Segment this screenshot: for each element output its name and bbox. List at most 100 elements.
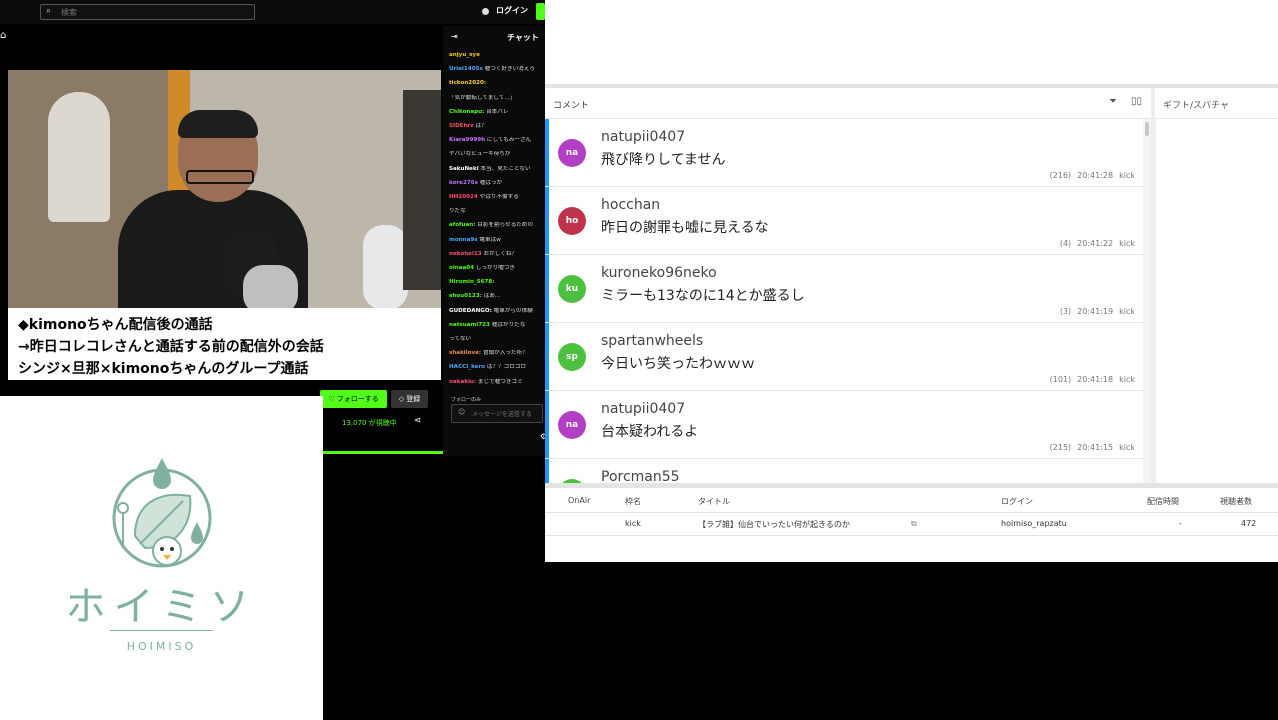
col-onair[interactable]: OnAir: [568, 496, 590, 505]
search-box[interactable]: ⌕: [40, 4, 255, 20]
avatar: sp: [558, 343, 586, 371]
login-button[interactable]: ログイン: [496, 5, 528, 16]
chat-message: GUDEDANGO: 電車からの体験: [449, 308, 545, 315]
stream-table-header: OnAir 枠名 タイトル ログイン 配信時間 視聴者数: [545, 490, 1278, 513]
comment-scrollbar[interactable]: [1143, 119, 1151, 483]
chat-text: にしてもみーさん: [486, 137, 532, 144]
scrollbar-thumb[interactable]: [1145, 122, 1149, 136]
chat-message: ヤバいなビューキ待ちが: [449, 151, 545, 158]
chat-text: まじで嘘つきゴミ: [477, 378, 523, 385]
chat-username[interactable]: nakakiu:: [449, 379, 476, 385]
caption-box: ◆kimonoちゃん配信後の通話 →昨日コレコレさんと通話する前の配信外の会話 …: [8, 308, 441, 380]
comment-username[interactable]: hocchan: [601, 197, 660, 213]
chat-text: 嘘ばかりだな: [491, 321, 526, 328]
chat-follow-note: フォローのみ: [451, 397, 482, 403]
chat-username[interactable]: nekohel13: [449, 251, 482, 257]
chat-username[interactable]: Uriel1405s: [449, 66, 483, 72]
comment-time: 20:41:18: [1077, 375, 1114, 384]
chat-message: anjyu_sye: [449, 52, 545, 59]
comment-row[interactable]: na natupii0407 飛び降りしてません (216) 20:41:28 kick: [545, 119, 1143, 187]
comment-meta: (3) 20:41:19 kick: [1054, 307, 1135, 316]
chat-message: olnaa04 しっかり嘘つき: [449, 265, 545, 272]
comment-username[interactable]: natupii0407: [601, 401, 685, 417]
avatar: na: [558, 139, 586, 167]
collapse-icon[interactable]: ⇥: [451, 32, 458, 41]
col-login[interactable]: ログイン: [1001, 496, 1033, 507]
chat-text: 嘘つく好きい消えろ: [484, 66, 535, 73]
comment-text: 台本疑われるよ: [601, 424, 699, 440]
comment-count: (4): [1059, 239, 1072, 248]
chat-username[interactable]: kore276s: [449, 180, 478, 186]
chat-username[interactable]: shakilove:: [449, 350, 481, 356]
col-source[interactable]: 枠名: [625, 496, 641, 507]
chat-username[interactable]: olnaa04: [449, 265, 474, 271]
comment-row[interactable]: ku kuroneko96neko ミラーも13なのに14とか盛るし (3) 20:41…: [545, 255, 1143, 323]
emoji-icon[interactable]: ☺: [458, 408, 465, 416]
comment-username[interactable]: spartanwheels: [601, 333, 703, 349]
share-icon[interactable]: ⋖: [414, 416, 422, 426]
chat-text: やはり不倫する: [479, 194, 519, 200]
chat-username[interactable]: HACCI_kero: [449, 364, 485, 370]
table-row[interactable]: kick 【ラブ雑】仙台でいったい何が起きるのか ⧉ hoimiso_rapza…: [545, 513, 1278, 536]
chat-username[interactable]: HH20024: [449, 194, 478, 200]
chat-text: 電車はw: [479, 236, 501, 243]
chat-username[interactable]: SIDEhrz: [449, 123, 474, 129]
comment-platform: kick: [1119, 307, 1135, 316]
follow-button[interactable]: ♡ フォローする: [320, 390, 387, 408]
chat-username[interactable]: afofuan:: [449, 222, 475, 228]
chat-username[interactable]: natsuami723: [449, 322, 490, 328]
theme-toggle-icon[interactable]: [482, 8, 489, 15]
search-input[interactable]: [59, 5, 253, 19]
cell-source: kick: [625, 519, 641, 528]
chat-text: おかしくね？: [483, 250, 518, 257]
stream-site: ⌕ ログイン ⌂ ◆kimonoちゃん配信後の通話 →昨日コレコレさんと通話する…: [0, 0, 547, 460]
chat-message: shakilove: 冒頭が入った所？: [449, 350, 545, 357]
col-viewers[interactable]: 視聴者数: [1220, 496, 1252, 507]
columns-icon[interactable]: ▯▯: [1131, 96, 1142, 107]
chat-message: Uriel1405s 嘘つく好きい消えろ: [449, 66, 545, 73]
filter-icon[interactable]: ⏷: [1109, 96, 1117, 107]
col-title[interactable]: タイトル: [698, 496, 730, 507]
logo-text: ホイミソ: [65, 584, 258, 630]
chat-message: monna9s 電車はw: [449, 237, 545, 244]
platform-bar: [545, 255, 549, 322]
chat-username[interactable]: SakuNeki: [449, 166, 479, 172]
comment-row[interactable]: na natupii0407 台本疑われるよ (215) 20:41:15 kick: [545, 391, 1143, 459]
cell-title: 【ラブ雑】仙台でいったい何が起きるのか: [698, 520, 850, 529]
comment-username[interactable]: natupii0407: [601, 129, 685, 145]
copy-icon[interactable]: ⧉: [911, 519, 917, 529]
comment-viewer-app: コメント ⏷ ▯▯ ギフト/スパチャ na natupii0407 飛び降りしてませ…: [545, 0, 1278, 562]
home-icon[interactable]: ⌂: [0, 30, 6, 41]
platform-bar: [545, 391, 549, 458]
signup-button[interactable]: [536, 3, 545, 20]
subscribe-button[interactable]: ◇ 登録: [391, 390, 428, 408]
chat-input-box[interactable]: ☺: [451, 404, 544, 423]
comment-row[interactable]: poPorcman55: [545, 459, 1143, 483]
chat-username[interactable]: Chikonapu:: [449, 109, 484, 115]
comment-count: (101): [1049, 375, 1072, 384]
comment-row[interactable]: sp spartanwheels 今日いち笑ったわｗｗｗ (101) 20:41:18 k…: [545, 323, 1143, 391]
comment-username[interactable]: kuroneko96neko: [601, 265, 717, 281]
comment-row[interactable]: ho hocchan 昨日の謝罪も嘘に見えるな (4) 20:41:22 kick: [545, 187, 1143, 255]
col-duration[interactable]: 配信時間: [1147, 496, 1179, 507]
comment-platform: kick: [1119, 375, 1135, 384]
chat-username[interactable]: Hiromin_5678:: [449, 279, 495, 285]
chat-text: 本当、見たことない: [480, 165, 531, 172]
comment-time: 20:41:19: [1077, 307, 1114, 316]
chat-text: りだな: [449, 208, 466, 215]
chat-username[interactable]: Kiara9999h: [449, 137, 485, 143]
chat-message: SIDEhrz は？: [449, 123, 545, 130]
chat-input[interactable]: [470, 407, 544, 421]
chat-username[interactable]: tickon2020:: [449, 80, 486, 86]
comment-text: 昨日の謝罪も嘘に見えるな: [601, 220, 769, 236]
chat-message: natsuami723 嘘ばかりだな: [449, 322, 545, 329]
comment-username[interactable]: Porcman55: [601, 469, 680, 483]
chat-username[interactable]: monna9s: [449, 237, 478, 243]
chat-username[interactable]: GUDEDANGO:: [449, 308, 492, 314]
chat-username[interactable]: anjyu_sye: [449, 52, 480, 58]
white-cloth: [363, 225, 408, 310]
comment-count: (3): [1059, 307, 1072, 316]
chat-username[interactable]: shou0123:: [449, 293, 482, 299]
chat-text: 電車からの体験: [493, 307, 533, 314]
logo-subtext: HOIMISO: [126, 640, 197, 653]
